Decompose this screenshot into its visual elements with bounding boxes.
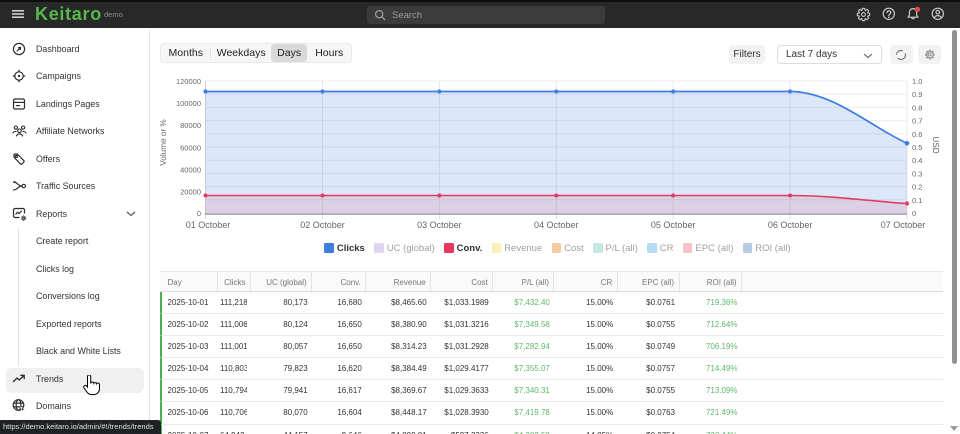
svg-text:20000: 20000 bbox=[180, 188, 201, 197]
svg-text:0.2: 0.2 bbox=[912, 183, 922, 192]
svg-text:0.7: 0.7 bbox=[912, 117, 922, 126]
svg-text:02 October: 02 October bbox=[300, 220, 345, 230]
svg-text:0.8: 0.8 bbox=[912, 103, 922, 112]
svg-text:05 October: 05 October bbox=[651, 220, 696, 230]
svg-text:0: 0 bbox=[912, 209, 916, 218]
svg-text:03 October: 03 October bbox=[417, 220, 462, 230]
svg-text:0.4: 0.4 bbox=[912, 156, 922, 165]
svg-text:07 October: 07 October bbox=[881, 220, 926, 230]
svg-text:60000: 60000 bbox=[180, 143, 201, 152]
svg-text:Volume or %: Volume or % bbox=[159, 119, 168, 165]
svg-text:06 October: 06 October bbox=[768, 220, 813, 230]
svg-text:40000: 40000 bbox=[180, 165, 201, 174]
svg-text:0.3: 0.3 bbox=[912, 169, 922, 178]
svg-text:80000: 80000 bbox=[180, 121, 201, 130]
svg-text:0.5: 0.5 bbox=[912, 143, 922, 152]
svg-text:120000: 120000 bbox=[176, 77, 201, 86]
svg-text:USD: USD bbox=[931, 136, 940, 153]
svg-text:0: 0 bbox=[197, 209, 201, 218]
svg-text:100000: 100000 bbox=[176, 99, 201, 108]
svg-text:01 October: 01 October bbox=[186, 220, 231, 230]
svg-text:0.9: 0.9 bbox=[912, 90, 922, 99]
svg-text:1.0: 1.0 bbox=[912, 77, 922, 86]
svg-text:04 October: 04 October bbox=[534, 220, 579, 230]
svg-text:0.1: 0.1 bbox=[912, 196, 922, 205]
svg-text:0.6: 0.6 bbox=[912, 130, 922, 139]
